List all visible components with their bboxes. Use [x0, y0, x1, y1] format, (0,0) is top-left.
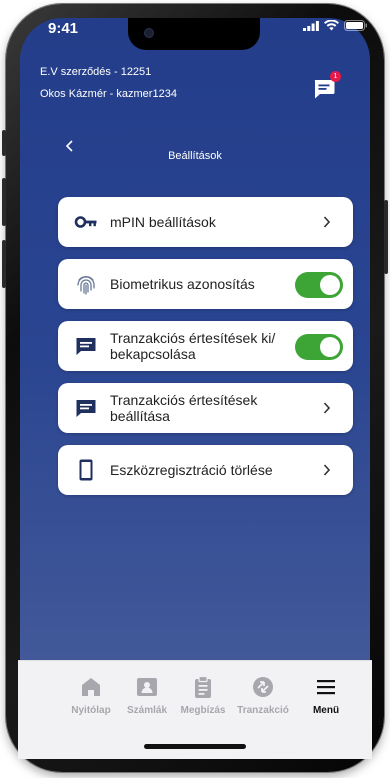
phone-icon — [79, 459, 93, 481]
messages-button[interactable]: 1 — [312, 71, 341, 100]
volume-down-button — [2, 240, 6, 288]
notification-badge: 1 — [330, 71, 341, 82]
tab-label: Nyitólap — [71, 705, 111, 716]
notch — [128, 18, 260, 50]
menu-item-label: Tranzakciós értesítések beállítása — [110, 392, 258, 424]
toggle-knob — [320, 275, 340, 295]
menu-item-mpin[interactable]: mPIN beállítások — [58, 197, 353, 247]
menu-item-label: mPIN beállítások — [110, 214, 216, 230]
home-icon — [82, 678, 100, 696]
status-time: 9:41 — [48, 20, 79, 37]
clipboard-icon — [195, 675, 211, 698]
volume-up-button — [2, 178, 6, 226]
tab-label: Menü — [312, 705, 340, 716]
power-button — [384, 200, 388, 274]
account-icon — [137, 678, 157, 696]
home-indicator — [144, 744, 246, 749]
menu-item-transaction-notifications-toggle[interactable]: Tranzakciós értesítések ki/ bekapcsolása — [58, 321, 353, 371]
tab-accounts[interactable]: Számlák — [117, 675, 177, 716]
biometric-toggle[interactable] — [295, 272, 343, 298]
status-icons — [303, 20, 368, 31]
chevron-right-icon — [323, 464, 331, 476]
key-icon — [74, 216, 97, 228]
menu-item-label: Eszközregisztráció törlése — [110, 462, 273, 478]
menu-item-label: Tranzakciós értesítések ki/ bekapcsolása — [110, 330, 276, 362]
tab-transactions[interactable]: Tranzakció — [233, 675, 293, 716]
user-info: Okos Kázmér - kazmer1234 — [40, 88, 177, 100]
transfer-icon — [253, 677, 273, 697]
contract-info: E.V szerződés - 12251 — [40, 66, 152, 78]
menu-item-transaction-notification-settings[interactable]: Tranzakciós értesítések beállítása — [58, 383, 353, 433]
menu-item-biometric[interactable]: Biometrikus azonosítás — [58, 259, 353, 309]
tab-label: Számlák — [126, 705, 168, 716]
message-icon — [76, 338, 96, 355]
message-icon — [76, 400, 96, 417]
menu-icon — [317, 680, 335, 695]
page-title: Beállítások — [168, 150, 222, 162]
tab-label: Tranzakció — [237, 705, 289, 716]
menu-item-device-registration-delete[interactable]: Eszközregisztráció törlése — [58, 445, 353, 495]
tab-home[interactable]: Nyitólap — [61, 675, 121, 716]
battery-icon — [344, 20, 367, 31]
tab-orders[interactable]: Megbízás — [173, 675, 233, 716]
signal-icon — [303, 20, 319, 31]
toggle-knob — [320, 337, 340, 357]
chevron-right-icon — [323, 402, 331, 414]
wifi-icon — [324, 20, 339, 31]
fingerprint-icon — [77, 276, 95, 295]
menu-item-label: Biometrikus azonosítás — [110, 276, 255, 292]
tab-menu[interactable]: Menü — [296, 675, 356, 716]
chevron-right-icon — [323, 216, 331, 228]
transaction-notifications-toggle[interactable] — [295, 334, 343, 360]
tab-label: Megbízás — [180, 705, 226, 716]
camera-icon — [144, 28, 154, 38]
